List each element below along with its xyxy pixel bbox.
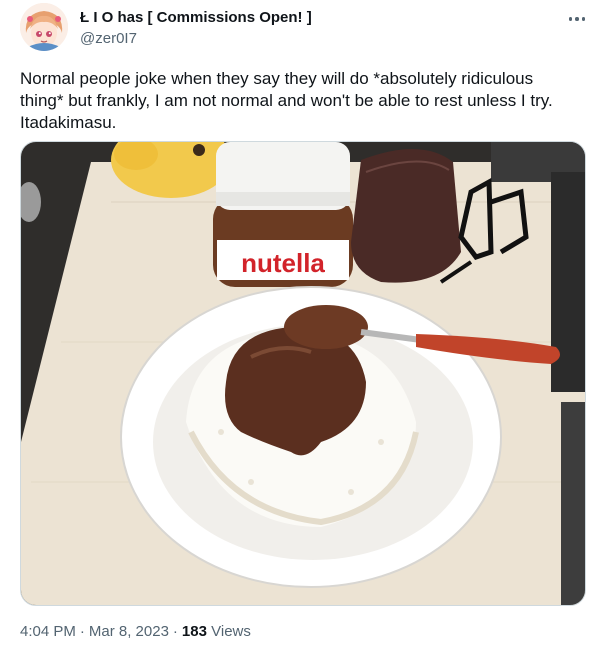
avatar-illustration [20, 3, 68, 51]
more-options-button[interactable] [562, 8, 592, 30]
views-label: Views [211, 623, 251, 640]
photo-illustration: nutella [21, 142, 585, 605]
tweet-timestamp[interactable]: 4:04 PM · Mar 8, 2023 [20, 623, 169, 640]
meta-separator: · [79, 623, 85, 640]
jar-label: nutella [241, 248, 325, 278]
tweet-date: Mar 8, 2023 [88, 623, 169, 640]
tweet-text: Normal people joke when they say they wi… [20, 69, 553, 132]
views-count: 183 [181, 623, 207, 640]
more-dot [575, 17, 579, 21]
more-horizontal-icon [568, 17, 573, 21]
tweet-meta: 4:04 PM · Mar 8, 2023 · 183 Views [20, 623, 251, 640]
more-dot [581, 17, 586, 21]
avatar[interactable] [20, 3, 68, 51]
author-display-name[interactable]: Ł I O has [ Commissions Open! ] [80, 9, 312, 26]
meta-separator: · [172, 623, 178, 640]
tweet-time: 4:04 PM [20, 623, 76, 640]
tweet-photo[interactable]: nutella [20, 141, 586, 606]
tweet: Ł I O has [ Commissions Open! ] @zer0I7 … [0, 0, 598, 655]
author-handle[interactable]: @zer0I7 [80, 30, 137, 47]
